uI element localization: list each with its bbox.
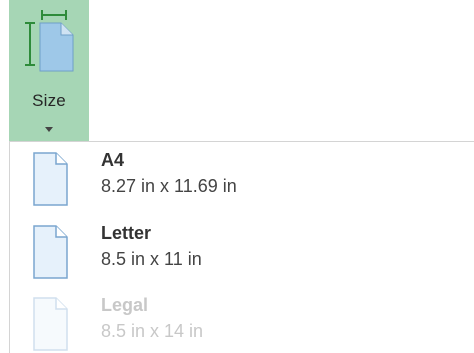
paper-size-dimensions: 8.5 in x 14 in — [101, 321, 204, 341]
paper-size-dimensions: 8.5 in x 11 in — [101, 249, 202, 269]
page-icon — [33, 225, 68, 279]
page-icon — [33, 152, 68, 206]
page-size-panel: Size A4 8.27 in x 11.69 in Letter 8.5 in… — [0, 0, 474, 353]
size-button[interactable]: Size — [9, 0, 89, 141]
paper-size-option-legal[interactable]: Legal 8.5 in x 14 in — [10, 289, 474, 353]
page-size-icon — [25, 10, 74, 72]
paper-size-option-a4[interactable]: A4 8.27 in x 11.69 in — [10, 144, 474, 216]
paper-size-dropdown: A4 8.27 in x 11.69 in Letter 8.5 in x 11… — [9, 141, 474, 353]
paper-size-dimensions: 8.27 in x 11.69 in — [101, 176, 237, 196]
paper-size-name: Legal — [101, 295, 149, 315]
page-icon — [33, 297, 68, 351]
size-button-label: Size — [32, 91, 66, 110]
paper-size-name: A4 — [101, 150, 125, 170]
paper-size-name: Letter — [101, 223, 152, 243]
chevron-down-icon[interactable] — [45, 127, 53, 132]
paper-size-option-letter[interactable]: Letter 8.5 in x 11 in — [10, 217, 474, 289]
